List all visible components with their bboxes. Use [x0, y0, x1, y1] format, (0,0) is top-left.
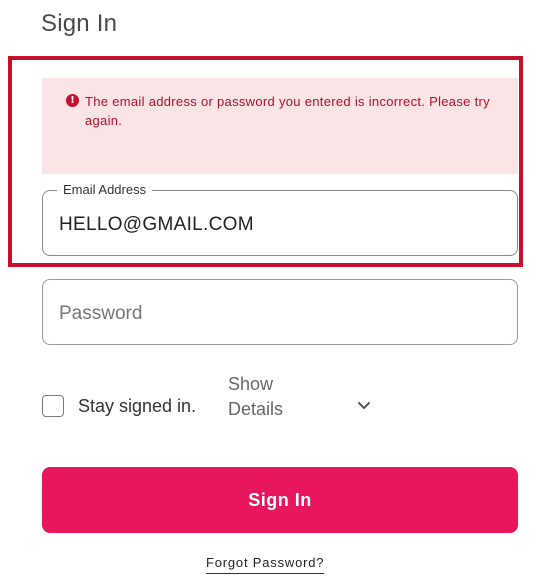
error-row: ! The email address or password you ente…: [66, 92, 500, 130]
error-alert: ! The email address or password you ente…: [42, 78, 518, 174]
stay-signed-in-label[interactable]: Stay signed in.: [78, 396, 196, 417]
sign-in-button[interactable]: Sign In: [42, 467, 518, 533]
forgot-password-link[interactable]: Forgot Password?: [206, 555, 325, 574]
email-field-label: Email Address: [57, 182, 153, 198]
email-field[interactable]: Email Address HELLO@GMAIL.COM: [42, 182, 518, 256]
password-field-placeholder: Password: [59, 303, 143, 324]
stay-signed-in-checkbox[interactable]: [42, 395, 64, 417]
chevron-down-icon[interactable]: [355, 396, 373, 414]
show-details-line1: Show: [228, 374, 274, 394]
page-title: Sign In: [41, 10, 118, 37]
alert-circle-icon: !: [66, 94, 79, 107]
show-details-line2: Details: [228, 399, 284, 419]
email-field-value[interactable]: HELLO@GMAIL.COM: [59, 214, 254, 236]
error-message: The email address or password you entere…: [85, 94, 490, 128]
password-field[interactable]: Password: [42, 279, 518, 345]
show-details-toggle[interactable]: Show Details: [228, 372, 283, 422]
